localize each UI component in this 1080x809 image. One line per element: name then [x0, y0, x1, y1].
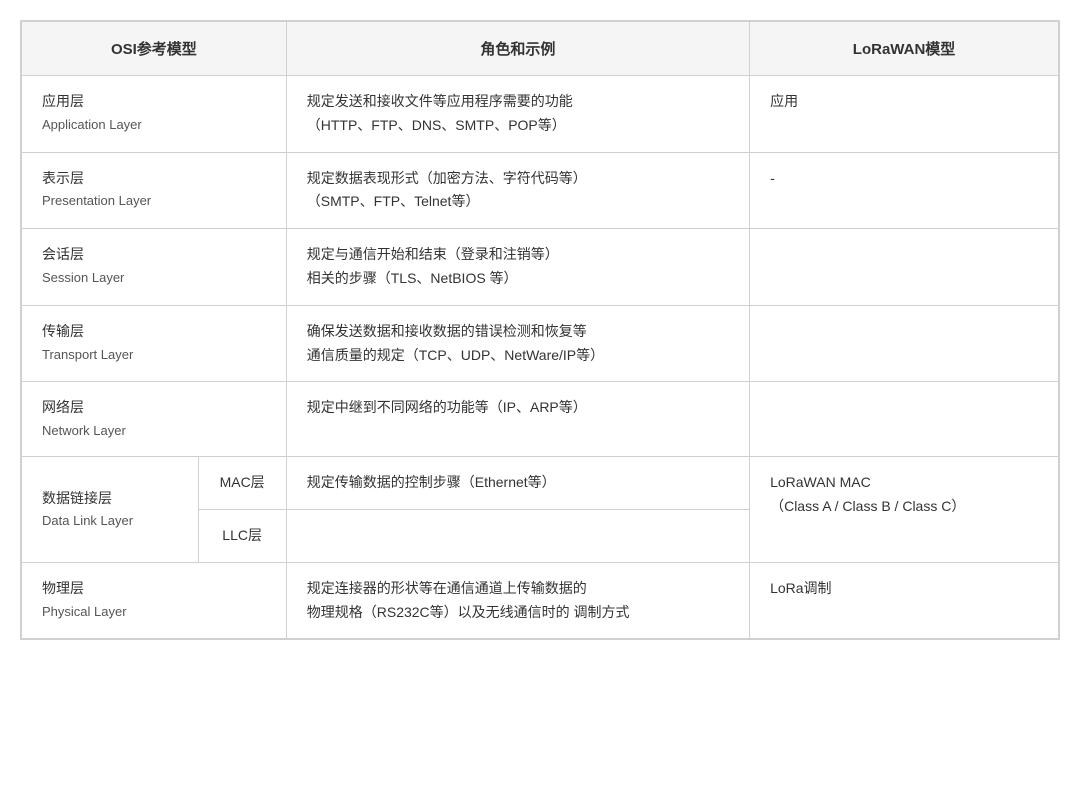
lorawan-physical: LoRa调制: [750, 562, 1059, 639]
layer-cn-physical: 物理层: [42, 577, 266, 601]
osi-layer-session: 会话层 Session Layer: [22, 229, 287, 306]
osi-layer-presentation: 表示层 Presentation Layer: [22, 152, 287, 229]
layer-en-application: Application Layer: [42, 114, 266, 136]
table-row-presentation: 表示层 Presentation Layer 规定数据表现形式（加密方法、字符代…: [22, 152, 1059, 229]
layer-en-session: Session Layer: [42, 267, 266, 289]
lorawan-transport: [750, 305, 1059, 382]
role-mac: 规定传输数据的控制步骤（Ethernet等）: [286, 457, 749, 510]
role-session: 规定与通信开始和结束（登录和注销等）相关的步骤（TLS、NetBIOS 等）: [286, 229, 749, 306]
layer-en-network: Network Layer: [42, 420, 266, 442]
sublayer-llc: LLC层: [198, 510, 286, 563]
role-llc: [286, 510, 749, 563]
layer-cn-presentation: 表示层: [42, 167, 266, 191]
table-row-application: 应用层 Application Layer 规定发送和接收文件等应用程序需要的功…: [22, 76, 1059, 153]
sublayer-mac: MAC层: [198, 457, 286, 510]
header-col1: OSI参考模型: [22, 22, 287, 76]
table-row-transport: 传输层 Transport Layer 确保发送数据和接收数据的错误检测和恢复等…: [22, 305, 1059, 382]
lorawan-application: 应用: [750, 76, 1059, 153]
osi-layer-application: 应用层 Application Layer: [22, 76, 287, 153]
lorawan-session: [750, 229, 1059, 306]
role-network: 规定中继到不同网络的功能等（IP、ARP等）: [286, 382, 749, 457]
osi-layer-transport: 传输层 Transport Layer: [22, 305, 287, 382]
table-row-network: 网络层 Network Layer 规定中继到不同网络的功能等（IP、ARP等）: [22, 382, 1059, 457]
header-col2: 角色和示例: [286, 22, 749, 76]
layer-cn-application: 应用层: [42, 90, 266, 114]
osi-table-wrapper: OSI参考模型 角色和示例 LoRaWAN模型 应用层 Application …: [20, 20, 1060, 640]
osi-layer-datalink: 数据链接层 Data Link Layer: [22, 457, 199, 563]
role-transport: 确保发送数据和接收数据的错误检测和恢复等通信质量的规定（TCP、UDP、NetW…: [286, 305, 749, 382]
role-physical: 规定连接器的形状等在通信通道上传输数据的物理规格（RS232C等）以及无线通信时…: [286, 562, 749, 639]
layer-en-physical: Physical Layer: [42, 601, 266, 623]
layer-en-datalink: Data Link Layer: [42, 510, 178, 532]
role-presentation: 规定数据表现形式（加密方法、字符代码等）（SMTP、FTP、Telnet等）: [286, 152, 749, 229]
table-row-physical: 物理层 Physical Layer 规定连接器的形状等在通信通道上传输数据的物…: [22, 562, 1059, 639]
lorawan-presentation: -: [750, 152, 1059, 229]
table-row-session: 会话层 Session Layer 规定与通信开始和结束（登录和注销等）相关的步…: [22, 229, 1059, 306]
layer-cn-session: 会话层: [42, 243, 266, 267]
role-application: 规定发送和接收文件等应用程序需要的功能（HTTP、FTP、DNS、SMTP、PO…: [286, 76, 749, 153]
table-row-datalink-mac: 数据链接层 Data Link Layer MAC层 规定传输数据的控制步骤（E…: [22, 457, 1059, 510]
osi-table: OSI参考模型 角色和示例 LoRaWAN模型 应用层 Application …: [21, 21, 1059, 639]
layer-cn-transport: 传输层: [42, 320, 266, 344]
lorawan-network: [750, 382, 1059, 457]
layer-en-transport: Transport Layer: [42, 344, 266, 366]
layer-en-presentation: Presentation Layer: [42, 190, 266, 212]
osi-layer-network: 网络层 Network Layer: [22, 382, 287, 457]
lorawan-datalink: LoRaWAN MAC（Class A / Class B / Class C）: [750, 457, 1059, 563]
layer-cn-datalink: 数据链接层: [42, 487, 178, 511]
osi-layer-physical: 物理层 Physical Layer: [22, 562, 287, 639]
header-col3: LoRaWAN模型: [750, 22, 1059, 76]
layer-cn-network: 网络层: [42, 396, 266, 420]
